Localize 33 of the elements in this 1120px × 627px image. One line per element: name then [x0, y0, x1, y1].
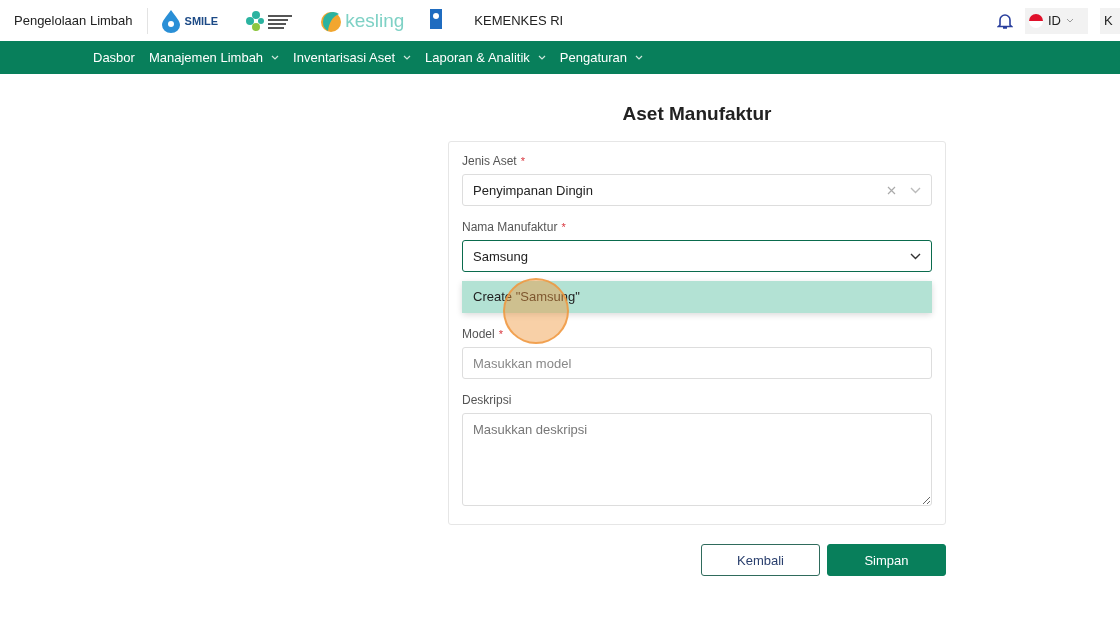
nav-menu-item[interactable]: Laporan & Analitik — [420, 50, 551, 65]
chevron-icon[interactable] — [910, 252, 921, 260]
chevron-icon — [635, 54, 644, 61]
page-title: Aset Manufaktur — [621, 102, 773, 126]
ministry-logo — [244, 8, 295, 33]
organization-name: KEMENKES RI — [474, 13, 564, 28]
language-selector[interactable]: ID — [1025, 7, 1088, 34]
back-button[interactable]: Kembali — [701, 544, 820, 576]
field-label: Nama Manufaktur — [462, 220, 558, 234]
chevron-icon — [537, 54, 546, 61]
nav-menu-item[interactable]: Inventarisasi Aset — [288, 50, 416, 65]
chevron-icon — [271, 54, 280, 61]
required-mark: * — [520, 155, 525, 167]
chevron-icon — [403, 54, 411, 61]
textarea-field[interactable]: Masukkan deskripsi — [462, 413, 932, 506]
chevron-icon — [1066, 17, 1074, 24]
input-field[interactable]: Masukkan model — [462, 347, 932, 379]
flag-icon — [1029, 13, 1043, 28]
field-label: Model — [462, 327, 495, 341]
nav-menu-item[interactable]: Manajemen Limbah — [143, 50, 285, 65]
kesling-logo: kesling — [320, 8, 405, 33]
nav-menu-item[interactable]: Pengaturan — [554, 50, 649, 65]
field-label: Deskripsi — [462, 393, 512, 407]
required-mark: * — [498, 328, 503, 340]
select-field[interactable]: Samsung — [462, 240, 932, 272]
field-label: Jenis Aset — [462, 154, 517, 168]
nav-menu-item[interactable]: Dasbor — [88, 50, 140, 65]
notification-icon[interactable] — [997, 11, 1013, 30]
user-menu[interactable]: K — [1100, 7, 1120, 34]
required-mark: * — [561, 221, 566, 233]
save-button[interactable]: Simpan — [827, 544, 946, 576]
app-name: Pengelolaan Limbah — [14, 13, 133, 28]
smile-logo: SMILE — [159, 8, 219, 33]
